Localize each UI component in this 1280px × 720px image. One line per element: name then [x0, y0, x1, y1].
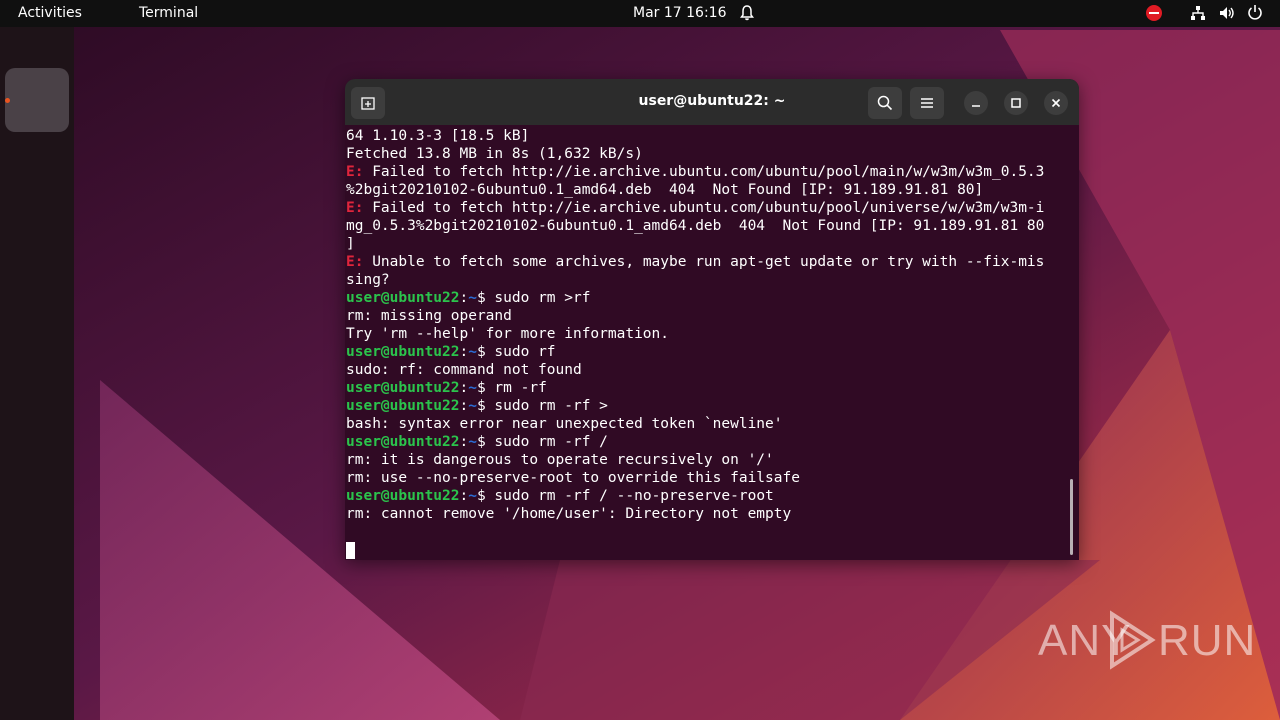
terminal-text: $ sudo rm -rf / --no-preserve-root: [476, 488, 774, 504]
terminal-text: :: [459, 488, 469, 504]
terminal-text: rm: it is dangerous to operate recursive…: [346, 452, 774, 468]
close-icon: [1051, 98, 1061, 108]
terminal-line: user@ubuntu22:~$ sudo rm -rf >: [346, 397, 1068, 415]
minimize-button[interactable]: [964, 91, 988, 115]
terminal-text: Try 'rm --help' for more information.: [346, 326, 670, 342]
anyrun-watermark: ANY RUN: [1038, 610, 1255, 670]
terminal-line: rm: missing operand: [346, 307, 1068, 325]
window-titlebar[interactable]: user@ubuntu22: ~: [345, 79, 1079, 125]
terminal-text: Failed to fetch http://ie.archive.ubuntu…: [372, 164, 1045, 180]
terminal-text: $ sudo rm -rf >: [476, 398, 608, 414]
minimize-icon: [972, 105, 980, 107]
terminal-window: user@ubuntu22: ~ 64 1.10.3-3 [18.5 kB] F…: [345, 79, 1079, 560]
terminal-line: ]: [346, 235, 1068, 253]
terminal-line: rm: it is dangerous to operate recursive…: [346, 451, 1068, 469]
dock-item-terminal[interactable]: [5, 68, 69, 132]
running-indicator: [5, 98, 10, 103]
bell-icon[interactable]: [739, 4, 755, 22]
error-prefix: E:: [346, 200, 373, 216]
terminal-text: Unable to fetch some archives, maybe run…: [372, 254, 1045, 270]
terminal-text: %2bgit20210102-6ubuntu0.1_amd64.deb 404 …: [346, 182, 984, 198]
terminal-line: bash: syntax error near unexpected token…: [346, 415, 1068, 433]
terminal-text: :: [459, 434, 469, 450]
terminal-line: Fetched 13.8 MB in 8s (1,632 kB/s): [346, 145, 1068, 163]
top-bar: Activities Terminal Mar 17 16:16: [0, 0, 1280, 27]
terminal-output[interactable]: 64 1.10.3-3 [18.5 kB] Fetched 13.8 MB in …: [346, 127, 1068, 557]
terminal-line: E: Failed to fetch http://ie.archive.ubu…: [346, 199, 1068, 217]
terminal-line: 64 1.10.3-3 [18.5 kB]: [346, 127, 1068, 145]
clock[interactable]: Mar 17 16:16: [633, 5, 726, 21]
volume-icon[interactable]: [1219, 5, 1235, 21]
scrollbar[interactable]: [1070, 479, 1073, 555]
dock: [0, 27, 74, 720]
prompt-path: ~: [468, 434, 477, 450]
terminal-text: Fetched 13.8 MB in 8s (1,632 kB/s): [346, 146, 643, 162]
search-icon: [877, 95, 893, 111]
terminal-line: sing?: [346, 271, 1068, 289]
close-button[interactable]: [1044, 91, 1068, 115]
maximize-button[interactable]: [1004, 91, 1028, 115]
terminal-line: sudo: rf: command not found: [346, 361, 1068, 379]
prompt-user-host: user@ubuntu22: [346, 488, 460, 504]
terminal-text: mg_0.5.3%2bgit20210102-6ubuntu0.1_amd64.…: [346, 218, 1045, 234]
terminal-line: E: Unable to fetch some archives, maybe …: [346, 253, 1068, 271]
network-icon[interactable]: [1190, 5, 1206, 21]
terminal-text: $ rm -rf: [476, 380, 547, 396]
terminal-text: :: [459, 290, 469, 306]
terminal-line: user@ubuntu22:~$ sudo rf: [346, 343, 1068, 361]
terminal-line: %2bgit20210102-6ubuntu0.1_amd64.deb 404 …: [346, 181, 1068, 199]
text-cursor: [346, 542, 355, 559]
terminal-line: Try 'rm --help' for more information.: [346, 325, 1068, 343]
terminal-text: rm: missing operand: [346, 308, 512, 324]
terminal-text: sudo: rf: command not found: [346, 362, 582, 378]
terminal-text: rm: cannot remove '/home/user': Director…: [346, 506, 792, 522]
prompt-user-host: user@ubuntu22: [346, 290, 460, 306]
terminal-text: $ sudo rm -rf /: [476, 434, 608, 450]
terminal-text: :: [459, 398, 469, 414]
terminal-text: $ sudo rm >rf: [476, 290, 591, 306]
prompt-path: ~: [468, 488, 477, 504]
search-button[interactable]: [868, 87, 902, 119]
prompt-path: ~: [468, 398, 477, 414]
hamburger-menu-icon: [921, 98, 933, 108]
menu-button[interactable]: [910, 87, 944, 119]
watermark-run: RUN: [1158, 616, 1257, 665]
prompt-user-host: user@ubuntu22: [346, 344, 460, 360]
terminal-line: E: Failed to fetch http://ie.archive.ubu…: [346, 163, 1068, 181]
terminal-text: Failed to fetch http://ie.archive.ubuntu…: [372, 200, 1045, 216]
terminal-text: ]: [346, 236, 355, 252]
play-logo-icon: [1110, 610, 1156, 670]
terminal-text: 64 1.10.3-3 [18.5 kB]: [346, 128, 530, 144]
prompt-path: ~: [468, 344, 477, 360]
terminal-text: $ sudo rf: [476, 344, 556, 360]
maximize-icon: [1011, 98, 1021, 108]
terminal-line: rm: cannot remove '/home/user': Director…: [346, 505, 1068, 523]
terminal-line: user@ubuntu22:~$ sudo rm -rf / --no-pres…: [346, 487, 1068, 505]
terminal-text: rm: use --no-preserve-root to override t…: [346, 470, 800, 486]
prompt-user-host: user@ubuntu22: [346, 434, 460, 450]
prompt-user-host: user@ubuntu22: [346, 398, 460, 414]
activities-button[interactable]: Activities: [18, 5, 82, 21]
power-icon[interactable]: [1247, 4, 1263, 20]
prompt-path: ~: [468, 290, 477, 306]
prompt-path: ~: [468, 380, 477, 396]
prompt-user-host: user@ubuntu22: [346, 380, 460, 396]
terminal-line: user@ubuntu22:~$ sudo rm >rf: [346, 289, 1068, 307]
terminal-line: user@ubuntu22:~$ rm -rf: [346, 379, 1068, 397]
terminal-line: rm: use --no-preserve-root to override t…: [346, 469, 1068, 487]
terminal-line: mg_0.5.3%2bgit20210102-6ubuntu0.1_amd64.…: [346, 217, 1068, 235]
app-menu-terminal[interactable]: Terminal: [139, 5, 198, 21]
terminal-line: user@ubuntu22:~$ sudo rm -rf /: [346, 433, 1068, 451]
terminal-text: :: [459, 344, 469, 360]
do-not-disturb-icon[interactable]: [1146, 5, 1162, 21]
terminal-text: bash: syntax error near unexpected token…: [346, 416, 783, 432]
terminal-text: :: [459, 380, 469, 396]
terminal-text: sing?: [346, 272, 390, 288]
error-prefix: E:: [346, 254, 373, 270]
error-prefix: E:: [346, 164, 373, 180]
